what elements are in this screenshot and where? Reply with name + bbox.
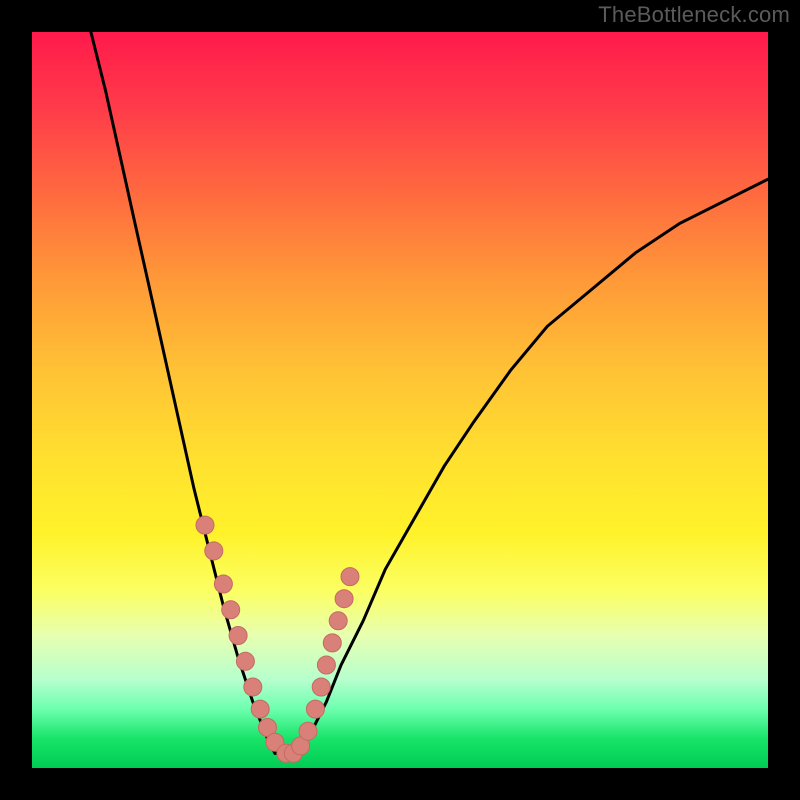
marker-dot — [335, 590, 353, 608]
right-curve — [297, 179, 768, 753]
marker-dot — [329, 612, 347, 630]
marker-dot — [306, 700, 324, 718]
marker-dot — [251, 700, 269, 718]
marker-dot — [312, 678, 330, 696]
marker-dot — [229, 627, 247, 645]
marker-dot — [341, 568, 359, 586]
marker-dot — [205, 542, 223, 560]
marker-dot — [222, 601, 240, 619]
marker-dot — [214, 575, 232, 593]
marker-dot — [236, 652, 254, 670]
marker-dot — [196, 516, 214, 534]
plot-area — [32, 32, 768, 768]
marker-group — [196, 516, 359, 762]
marker-dot — [299, 722, 317, 740]
curve-svg — [32, 32, 768, 768]
marker-dot — [323, 634, 341, 652]
watermark-text: TheBottleneck.com — [598, 2, 790, 28]
outer-frame: TheBottleneck.com — [0, 0, 800, 800]
left-curve — [91, 32, 275, 753]
curve-group — [91, 32, 768, 753]
marker-dot — [244, 678, 262, 696]
marker-dot — [317, 656, 335, 674]
